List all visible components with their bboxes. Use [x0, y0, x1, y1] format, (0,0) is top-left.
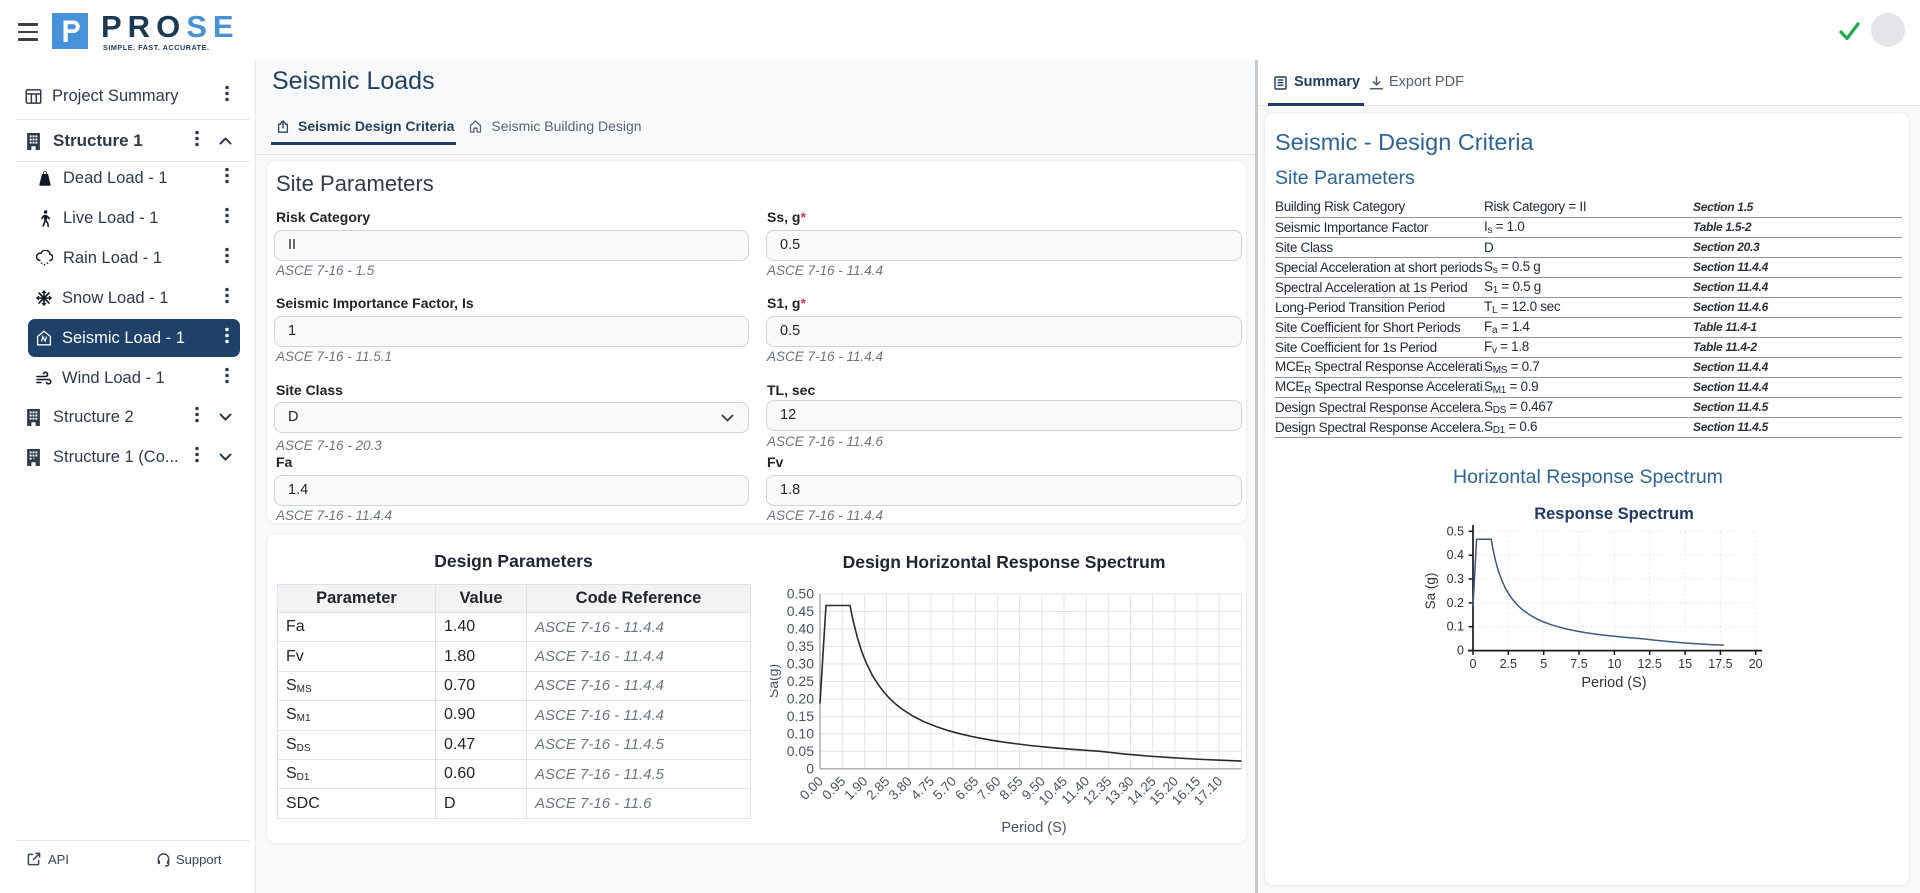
svg-text:0.20: 0.20 [787, 691, 814, 707]
svg-text:0.1: 0.1 [1447, 620, 1464, 634]
svg-text:0.25: 0.25 [787, 673, 814, 689]
svg-text:0.3: 0.3 [1447, 572, 1464, 586]
svg-text:0: 0 [1470, 657, 1477, 671]
svg-text:0.2: 0.2 [1447, 596, 1464, 610]
svg-text:17.5: 17.5 [1708, 657, 1732, 671]
svg-text:0.35: 0.35 [787, 638, 814, 654]
svg-text:Period (S): Period (S) [1581, 675, 1646, 691]
svg-text:0.15: 0.15 [787, 708, 814, 724]
svg-text:0.10: 0.10 [787, 726, 814, 742]
svg-text:0: 0 [806, 761, 814, 777]
svg-text:0.4: 0.4 [1447, 548, 1464, 562]
svg-text:0.45: 0.45 [787, 603, 814, 619]
svg-text:5: 5 [1540, 657, 1547, 671]
svg-text:Response Spectrum: Response Spectrum [1534, 505, 1694, 523]
svg-text:20: 20 [1749, 657, 1763, 671]
svg-text:0.30: 0.30 [787, 656, 814, 672]
svg-text:Design Horizontal Response Spe: Design Horizontal Response Spectrum [843, 552, 1166, 572]
svg-text:Sa(g): Sa(g) [770, 664, 781, 698]
svg-text:7.5: 7.5 [1570, 657, 1587, 671]
svg-text:2.5: 2.5 [1500, 657, 1517, 671]
svg-text:10: 10 [1607, 657, 1621, 671]
svg-text:Sa (g): Sa (g) [1423, 573, 1438, 610]
svg-text:0.5: 0.5 [1447, 524, 1464, 538]
svg-text:0.05: 0.05 [787, 743, 814, 759]
svg-text:12.5: 12.5 [1638, 657, 1662, 671]
svg-text:0.50: 0.50 [787, 586, 814, 602]
svg-text:15: 15 [1678, 657, 1692, 671]
svg-text:0.40: 0.40 [787, 621, 814, 637]
svg-text:0: 0 [1457, 644, 1464, 658]
svg-text:Period (S): Period (S) [1001, 820, 1066, 836]
